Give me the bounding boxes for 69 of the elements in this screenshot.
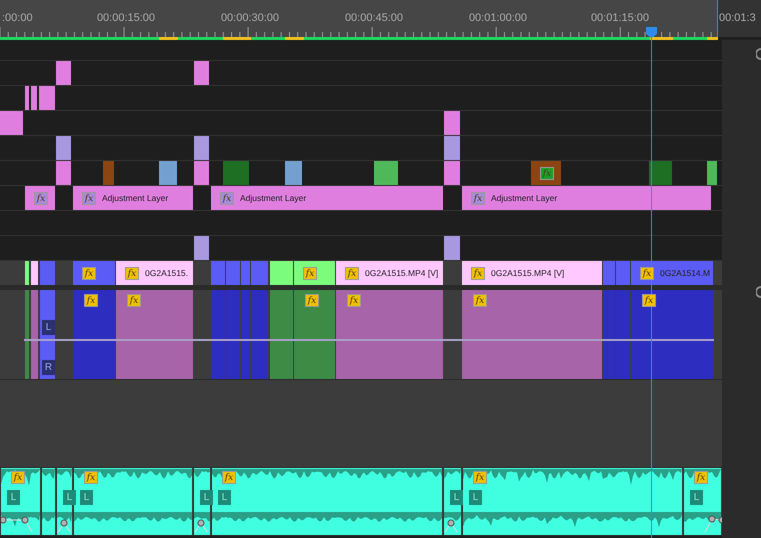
video-clip[interactable]: fx Adjustment Layer [462,186,711,210]
timecode-label: 00:00:15:00 [96,12,156,24]
clip-label: 0G2A1515.MP4 [V] [365,268,438,278]
audio-clip[interactable]: fx L [73,468,192,535]
channel-label: L [450,490,463,505]
clip-label: Adjustment Layer [491,193,558,203]
clip-label: 0G2A1514.M [660,268,710,278]
effect-badge: fx [220,192,234,204]
timecode-label: 00:01:00:00 [468,12,528,24]
effect-badge: fx [11,471,25,484]
effect-badge: fx [125,266,139,280]
time-ruler[interactable]: :00:00 00:00:15:00 00:00:30:00 00:00:45:00 00:01:00:00 00:01:15:00 00:01:3 [0,0,761,37]
effect-badge: fx [347,294,361,307]
timecode-label: 00:01:3 [719,12,756,24]
effect-badge: fx [84,294,98,307]
audio-clip[interactable]: fx [631,290,713,379]
effect-badge: fx [127,294,141,307]
effect-badge: fx [82,192,96,204]
effect-badge: fx [694,471,708,484]
audio-clip[interactable]: fx [116,290,193,379]
audio-clip[interactable]: fx [73,290,115,379]
effect-badge: fx [84,471,98,484]
video-clip[interactable]: fx 0G2A1515.MP4 [V] [336,261,443,285]
audio-clip[interactable]: fx L [211,468,442,535]
video-clip[interactable]: fx 0G2A1514.M [631,261,713,285]
effect-badge: fx [473,471,487,484]
audio-clip[interactable]: fx [294,290,335,379]
clip-label: 0G2A1515.MP4 [V] [491,268,564,278]
channel-label: L [218,490,231,505]
effect-badge: fx [345,266,359,280]
clip[interactable]: fx [25,186,55,210]
channel-label: L [690,490,703,505]
channel-label: L [42,320,55,335]
video-clip[interactable]: fx Adjustment Layer [73,186,193,210]
audio-clip[interactable]: fx L [683,468,721,535]
effect-badge: fx [540,166,554,180]
timecode-label: :00:00 [2,12,33,24]
clip[interactable]: fx [73,261,115,285]
effect-badge: fx [82,266,96,280]
audio-clip[interactable]: fx [462,290,602,379]
effect-badge: fx [34,192,48,204]
effect-badge: fx [642,294,656,307]
effect-badge: fx [473,294,487,307]
channel-label: R [42,360,55,375]
clip-label: Adjustment Layer [102,193,168,203]
audio-clip[interactable]: L R [40,290,55,379]
effect-badge: fx [222,471,236,484]
channel-label: L [469,490,482,505]
clip[interactable]: fx [294,261,335,285]
timecode-label: 00:01:15:00 [590,12,650,24]
effect-badge: fx [640,266,654,280]
channel-label: L [200,490,213,505]
effect-badge: fx [305,294,319,307]
channel-label: L [63,490,76,505]
effect-badge: fx [471,266,485,280]
video-clip[interactable]: fx 0G2A1515. [116,261,193,285]
clip-label: Adjustment Layer [240,193,306,203]
timecode-label: 00:00:45:00 [344,12,404,24]
video-clip[interactable]: fx 0G2A1515.MP4 [V] [462,261,602,285]
channel-label: L [7,490,20,505]
video-clip[interactable]: fx Adjustment Layer [211,186,443,210]
channel-label: L [80,490,93,505]
clip-label: 0G2A1515. [145,268,188,278]
effect-badge: fx [303,266,317,280]
audio-clip[interactable]: fx L [0,468,40,535]
effect-badge: fx [471,192,485,204]
audio-clip[interactable]: fx [336,290,443,379]
audio-clip[interactable]: fx L [462,468,682,535]
timecode-label: 00:00:30:00 [220,12,280,24]
